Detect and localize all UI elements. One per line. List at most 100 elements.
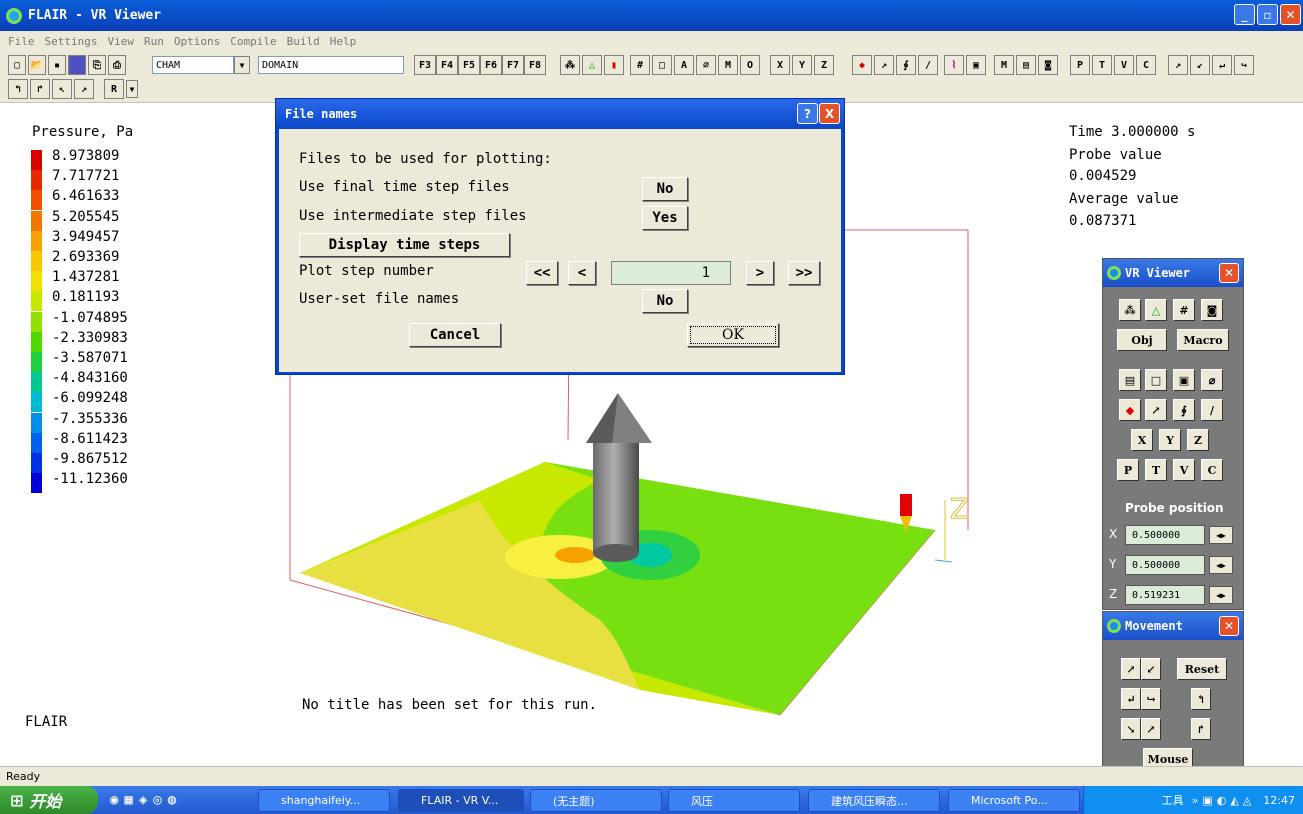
taskbar-item-flair[interactable]: FLAIR - VR V... bbox=[398, 789, 524, 812]
text-icon[interactable]: A bbox=[674, 55, 694, 75]
grid-icon[interactable]: # bbox=[630, 55, 650, 75]
vr-panel-close-button[interactable]: ✕ bbox=[1219, 263, 1239, 283]
menu-build[interactable]: Build bbox=[287, 35, 320, 48]
new-file-icon[interactable]: ▢ bbox=[8, 55, 26, 75]
c-button[interactable]: C bbox=[1201, 459, 1223, 481]
turn-left-icon[interactable]: ↵ bbox=[1212, 55, 1232, 75]
save-icon[interactable]: ▪ bbox=[48, 55, 66, 75]
z-button[interactable]: Z bbox=[1187, 429, 1209, 451]
t-button[interactable]: T bbox=[1145, 459, 1167, 481]
domain-combo[interactable]: DOMAIN bbox=[258, 56, 404, 74]
r-button[interactable]: R bbox=[104, 79, 124, 99]
cube-icon[interactable]: ▣ bbox=[1173, 369, 1195, 391]
taskbar-item-powerpoint[interactable]: Microsoft Po... bbox=[948, 789, 1080, 812]
tray-tools-label[interactable]: 工具 bbox=[1162, 792, 1184, 808]
step-prev-button[interactable]: < bbox=[568, 261, 596, 285]
step-first-button[interactable]: << bbox=[526, 261, 558, 285]
menu-compile[interactable]: Compile bbox=[230, 35, 276, 48]
probe-x-input[interactable]: 0.500000 bbox=[1125, 525, 1205, 545]
image-icon[interactable] bbox=[68, 55, 86, 75]
y-button[interactable]: Y bbox=[792, 55, 812, 75]
menu-view[interactable]: View bbox=[107, 35, 134, 48]
mesh-icon[interactable]: ⁂ bbox=[1119, 299, 1141, 321]
cube-icon[interactable]: ▣ bbox=[966, 55, 986, 75]
cancel-button[interactable]: Cancel bbox=[409, 323, 501, 347]
tilt-down-icon[interactable]: ↱ bbox=[1191, 718, 1211, 740]
m-button[interactable]: M bbox=[718, 55, 738, 75]
minimize-button[interactable]: _ bbox=[1234, 4, 1255, 25]
reset-button[interactable]: Reset bbox=[1177, 658, 1227, 680]
probe-z-input[interactable]: 0.519231 bbox=[1125, 585, 1205, 605]
menu-run[interactable]: Run bbox=[144, 35, 164, 48]
turn-left-icon[interactable]: ↵ bbox=[1121, 688, 1141, 710]
step-last-button[interactable]: >> bbox=[788, 261, 820, 285]
final-step-toggle[interactable]: No bbox=[642, 177, 688, 201]
v-button[interactable]: V bbox=[1173, 459, 1195, 481]
tilt-up-icon[interactable]: ↰ bbox=[1191, 688, 1211, 710]
window-titlebar[interactable]: FLAIR - VR Viewer _ ▫ ✕ bbox=[0, 0, 1303, 31]
taskbar-item-shanghai[interactable]: shanghaifeiy... bbox=[258, 789, 390, 812]
zoom-in-icon[interactable]: ↘ bbox=[1121, 718, 1141, 740]
probe-y-input[interactable]: 0.500000 bbox=[1125, 555, 1205, 575]
close-button[interactable]: ✕ bbox=[1280, 4, 1301, 25]
start-button[interactable]: ⊞ 开始 bbox=[0, 786, 98, 814]
x-button[interactable]: X bbox=[1131, 429, 1153, 451]
p-button[interactable]: P bbox=[1117, 459, 1139, 481]
rotate-up-right-icon[interactable]: ↗ bbox=[1168, 55, 1188, 75]
menu-help[interactable]: Help bbox=[330, 35, 357, 48]
tilt-up-icon[interactable]: ↰ bbox=[8, 79, 28, 99]
rotate-up-right-icon[interactable]: ↗ bbox=[1121, 658, 1141, 680]
rotate-down-left-icon[interactable]: ↙ bbox=[1141, 658, 1161, 680]
triangle-icon[interactable]: △ bbox=[1145, 299, 1167, 321]
menu-settings[interactable]: Settings bbox=[45, 35, 98, 48]
obj-button[interactable]: Obj bbox=[1117, 329, 1167, 351]
f3-button[interactable]: F3 bbox=[414, 55, 436, 75]
zoom-out-icon[interactable]: ↗ bbox=[1141, 718, 1161, 740]
zoom-out-icon[interactable]: ↗ bbox=[74, 79, 94, 99]
t-button[interactable]: T bbox=[1092, 55, 1112, 75]
film-icon[interactable]: ▤ bbox=[1119, 369, 1141, 391]
f5-button[interactable]: F5 bbox=[458, 55, 480, 75]
help-button[interactable]: ? bbox=[797, 103, 818, 124]
box-icon[interactable]: □ bbox=[652, 55, 672, 75]
copy-icon[interactable]: ⎘ bbox=[88, 55, 106, 75]
intermediate-step-toggle[interactable]: Yes bbox=[642, 206, 688, 230]
box-icon[interactable]: □ bbox=[1145, 369, 1167, 391]
v-button[interactable]: V bbox=[1114, 55, 1134, 75]
macro-button[interactable]: Macro bbox=[1177, 329, 1229, 351]
f8-button[interactable]: F8 bbox=[524, 55, 546, 75]
contour-icon[interactable]: ◆ bbox=[1119, 399, 1141, 421]
iso-icon[interactable]: / bbox=[918, 55, 938, 75]
film-icon[interactable]: ▤ bbox=[1016, 55, 1036, 75]
ok-button[interactable]: OK bbox=[687, 323, 779, 347]
object-icon[interactable]: ⌀ bbox=[1201, 369, 1223, 391]
p-button[interactable]: P bbox=[1070, 55, 1090, 75]
probe-marker[interactable] bbox=[900, 494, 912, 516]
triangle-icon[interactable]: △ bbox=[582, 55, 602, 75]
f6-button[interactable]: F6 bbox=[480, 55, 502, 75]
chevron-down-icon[interactable]: ▼ bbox=[234, 56, 250, 74]
x-button[interactable]: X bbox=[770, 55, 790, 75]
menu-options[interactable]: Options bbox=[174, 35, 220, 48]
probe-icon[interactable]: ▮ bbox=[604, 55, 624, 75]
contour-icon[interactable]: ◆ bbox=[852, 55, 872, 75]
probe-x-spinner-icon[interactable]: ◀▶ bbox=[1209, 526, 1233, 544]
tray-icons[interactable]: »▣◐◭◬ bbox=[1192, 794, 1256, 807]
vr-panel-titlebar[interactable]: VR Viewer ✕ bbox=[1103, 259, 1243, 287]
step-number-field[interactable]: 1 bbox=[611, 261, 731, 285]
taskbar-item-building[interactable]: 建筑风压瞬态... bbox=[808, 789, 940, 812]
y-button[interactable]: Y bbox=[1159, 429, 1181, 451]
stream-icon[interactable]: ∮ bbox=[1173, 399, 1195, 421]
open-folder-icon[interactable]: 📂 bbox=[28, 55, 46, 75]
maximize-button[interactable]: ▫ bbox=[1257, 4, 1278, 25]
camera-icon[interactable]: ◙ bbox=[1201, 299, 1223, 321]
rotate-down-left-icon[interactable]: ↙ bbox=[1190, 55, 1210, 75]
f4-button[interactable]: F4 bbox=[436, 55, 458, 75]
r-dropdown-icon[interactable]: ▼ bbox=[126, 80, 138, 98]
taskbar-item-wind-pressure[interactable]: 风压 bbox=[668, 789, 800, 812]
dialog-close-button[interactable]: X bbox=[819, 103, 840, 124]
zoom-in-icon[interactable]: ↖ bbox=[52, 79, 72, 99]
movement-panel-close-button[interactable]: ✕ bbox=[1219, 616, 1239, 636]
taskbar-item-untitled[interactable]: (无主题) bbox=[530, 789, 662, 812]
camera-icon[interactable]: ◙ bbox=[1038, 55, 1058, 75]
